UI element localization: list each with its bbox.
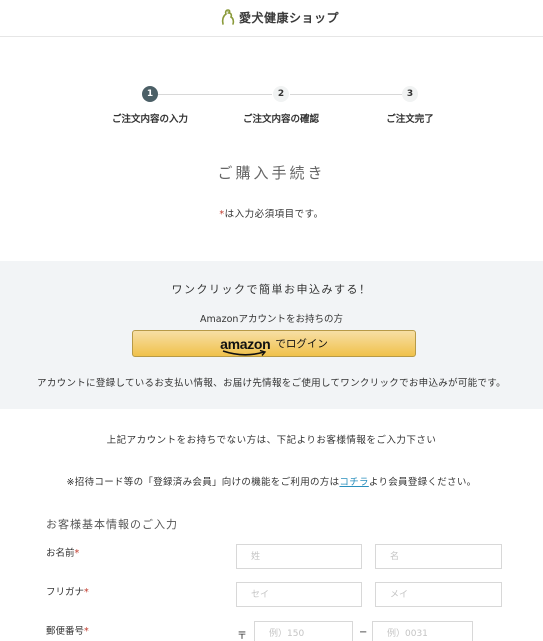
last-name-kana-input[interactable]: [236, 582, 362, 607]
checkout-steps: 1 2 3 ご注文内容の入力 ご注文内容の確認 ご注文完了: [0, 86, 543, 126]
last-name-input[interactable]: [236, 544, 362, 569]
step-connector: [290, 94, 402, 95]
name-label-text: お名前: [46, 548, 75, 559]
no-account-note: 上記アカウントをお持ちでない方は、下記よりお客様情報をご入力下さい: [106, 435, 437, 446]
postal-label: 郵便番号*: [46, 623, 89, 637]
amazon-logo: amazon: [220, 336, 271, 356]
one-click-title: ワンクリックで簡単お申込みする！: [171, 283, 372, 296]
step-3-label: ご注文完了: [386, 114, 434, 125]
member-register-link[interactable]: コチラ: [339, 477, 368, 488]
invite-text-before: ※招待コード等の「登録済み会員」向けの機能をご利用の方は: [66, 477, 340, 488]
page-title: ご購入手続き: [217, 164, 326, 182]
step-1-indicator: 1: [142, 86, 158, 102]
amazon-login-button[interactable]: amazon でログイン: [132, 330, 416, 357]
step-connector: [158, 94, 272, 95]
header: 愛犬健康ショップ: [0, 0, 543, 37]
required-note: *は入力必須項目です。: [0, 206, 543, 220]
step-3-indicator: 3: [402, 86, 418, 102]
dog-icon: [220, 8, 236, 26]
logo-text: 愛犬健康ショップ: [239, 10, 340, 25]
one-click-description: アカウントに登録しているお支払い情報、お届け先情報をご使用してワンクリックでお申…: [37, 378, 506, 389]
required-mark: *: [74, 548, 80, 559]
amazon-login-label: でログイン: [275, 338, 328, 350]
amazon-smile-icon: [222, 349, 267, 356]
postal-separator: −: [359, 627, 368, 638]
step-1-label: ご注文内容の入力: [111, 114, 189, 125]
customer-info-section-title: お客様基本情報のご入力: [46, 518, 178, 531]
required-mark: *: [84, 626, 89, 637]
one-click-section: ワンクリックで簡単お申込みする！ Amazonアカウントをお持ちの方 amazo…: [0, 261, 543, 409]
step-2-label: ご注文内容の確認: [242, 114, 320, 125]
postal-code-second-input[interactable]: [372, 621, 473, 641]
first-name-kana-input[interactable]: [375, 582, 502, 607]
kana-label: フリガナ*: [46, 584, 89, 598]
shop-logo[interactable]: 愛犬健康ショップ: [220, 7, 339, 27]
invite-note: ※招待コード等の「登録済み会員」向けの機能をご利用の方はコチラより会員登録くださ…: [0, 474, 543, 488]
required-mark: *: [84, 587, 89, 598]
invite-text-after: より会員登録ください。: [368, 477, 477, 488]
postal-mark-icon: 〒: [237, 631, 247, 641]
amazon-account-note: Amazonアカウントをお持ちの方: [200, 314, 343, 325]
first-name-input[interactable]: [375, 544, 502, 569]
postal-label-text: 郵便番号: [46, 626, 85, 637]
required-note-text: は入力必須項目です。: [224, 209, 324, 220]
kana-label-text: フリガナ: [46, 587, 85, 598]
name-label: お名前*: [46, 545, 79, 559]
step-2-indicator: 2: [273, 86, 289, 102]
postal-code-first-input[interactable]: [254, 621, 353, 641]
